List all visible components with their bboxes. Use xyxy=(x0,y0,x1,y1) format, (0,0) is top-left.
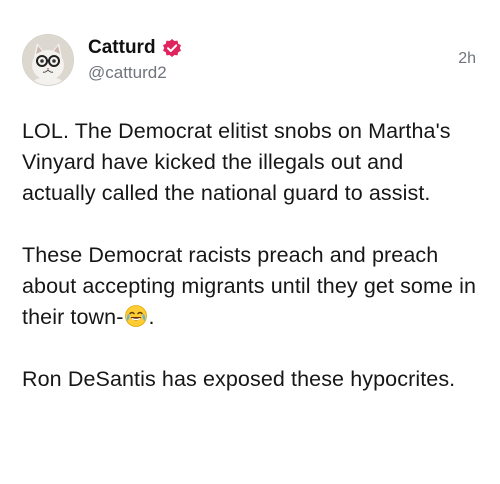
avatar[interactable] xyxy=(22,34,74,86)
post-paragraph-3: Ron DeSantis has exposed these hypocrite… xyxy=(22,367,456,391)
post-card: Catturd @catturd2 2h LOL. The Democrat e… xyxy=(0,0,500,484)
post-paragraph-2-text: These Democrat racists preach and preach… xyxy=(22,243,483,329)
post-header: Catturd @catturd2 xyxy=(22,34,478,86)
tears-of-joy-emoji-icon xyxy=(124,304,148,328)
post-body: LOL. The Democrat elitist snobs on Marth… xyxy=(22,116,478,395)
cat-avatar-icon xyxy=(23,35,73,85)
display-name[interactable]: Catturd xyxy=(88,36,156,60)
user-handle[interactable]: @catturd2 xyxy=(88,62,182,84)
post-paragraph-1: LOL. The Democrat elitist snobs on Marth… xyxy=(22,119,457,205)
post-timestamp[interactable]: 2h xyxy=(458,50,476,68)
post-paragraph-2-end: . xyxy=(148,305,155,329)
author-identity: Catturd @catturd2 xyxy=(88,36,182,84)
name-row: Catturd xyxy=(88,36,182,60)
post-paragraph-2: These Democrat racists preach and preach… xyxy=(22,240,478,333)
verified-badge-icon xyxy=(162,38,182,58)
